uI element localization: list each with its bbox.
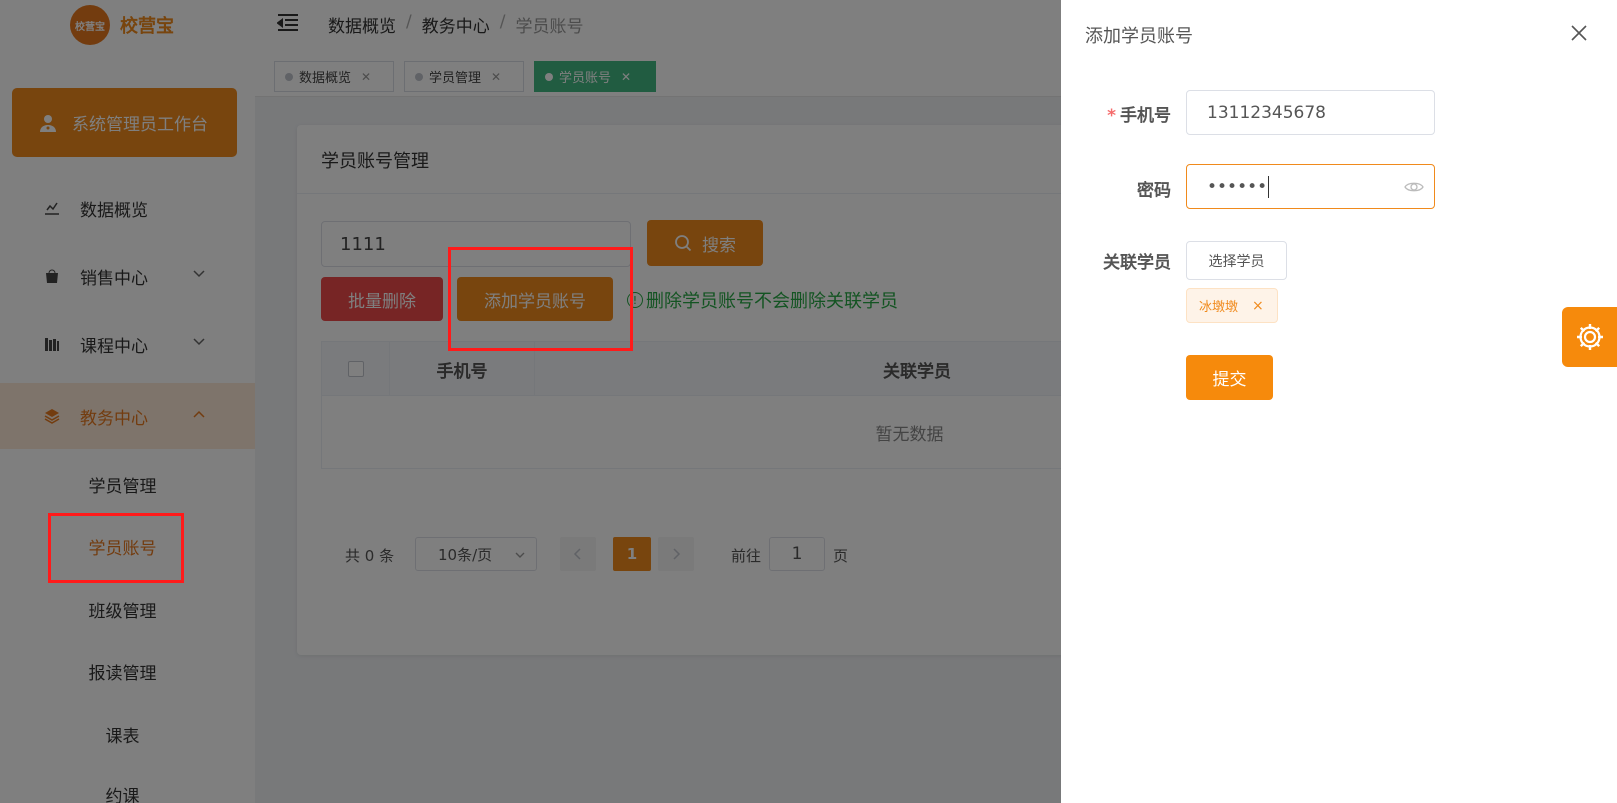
gear-icon — [1576, 324, 1603, 350]
drawer-title: 添加学员账号 — [1085, 26, 1193, 47]
submit-button[interactable]: 提交 — [1186, 355, 1273, 400]
settings-button[interactable] — [1562, 307, 1617, 367]
password-field[interactable]: •••••• — [1186, 164, 1435, 209]
required-mark: * — [1107, 106, 1116, 126]
phone-label: * 手机号 — [1061, 101, 1171, 126]
choose-student-button[interactable]: 选择学员 — [1186, 241, 1287, 280]
phone-label-text: 手机号 — [1120, 106, 1171, 126]
text-caret — [1268, 175, 1270, 198]
password-label: 密码 — [1137, 181, 1171, 201]
password-value: •••••• — [1207, 176, 1268, 197]
student-tag: 冰墩墩 × — [1186, 288, 1278, 323]
student-tag-label: 冰墩墩 — [1199, 300, 1239, 315]
highlight-sidebar-student-account — [48, 513, 184, 583]
related-student-label: 关联学员 — [1103, 253, 1171, 273]
add-account-drawer: 添加学员账号 * 手机号 13112345678 密码 •••••• 关联学员 选… — [1061, 0, 1617, 803]
tag-close-icon[interactable]: × — [1252, 298, 1264, 314]
phone-field[interactable]: 13112345678 — [1186, 90, 1435, 135]
highlight-add-button — [448, 247, 633, 351]
close-icon[interactable] — [1570, 24, 1588, 42]
eye-icon[interactable] — [1404, 178, 1424, 196]
